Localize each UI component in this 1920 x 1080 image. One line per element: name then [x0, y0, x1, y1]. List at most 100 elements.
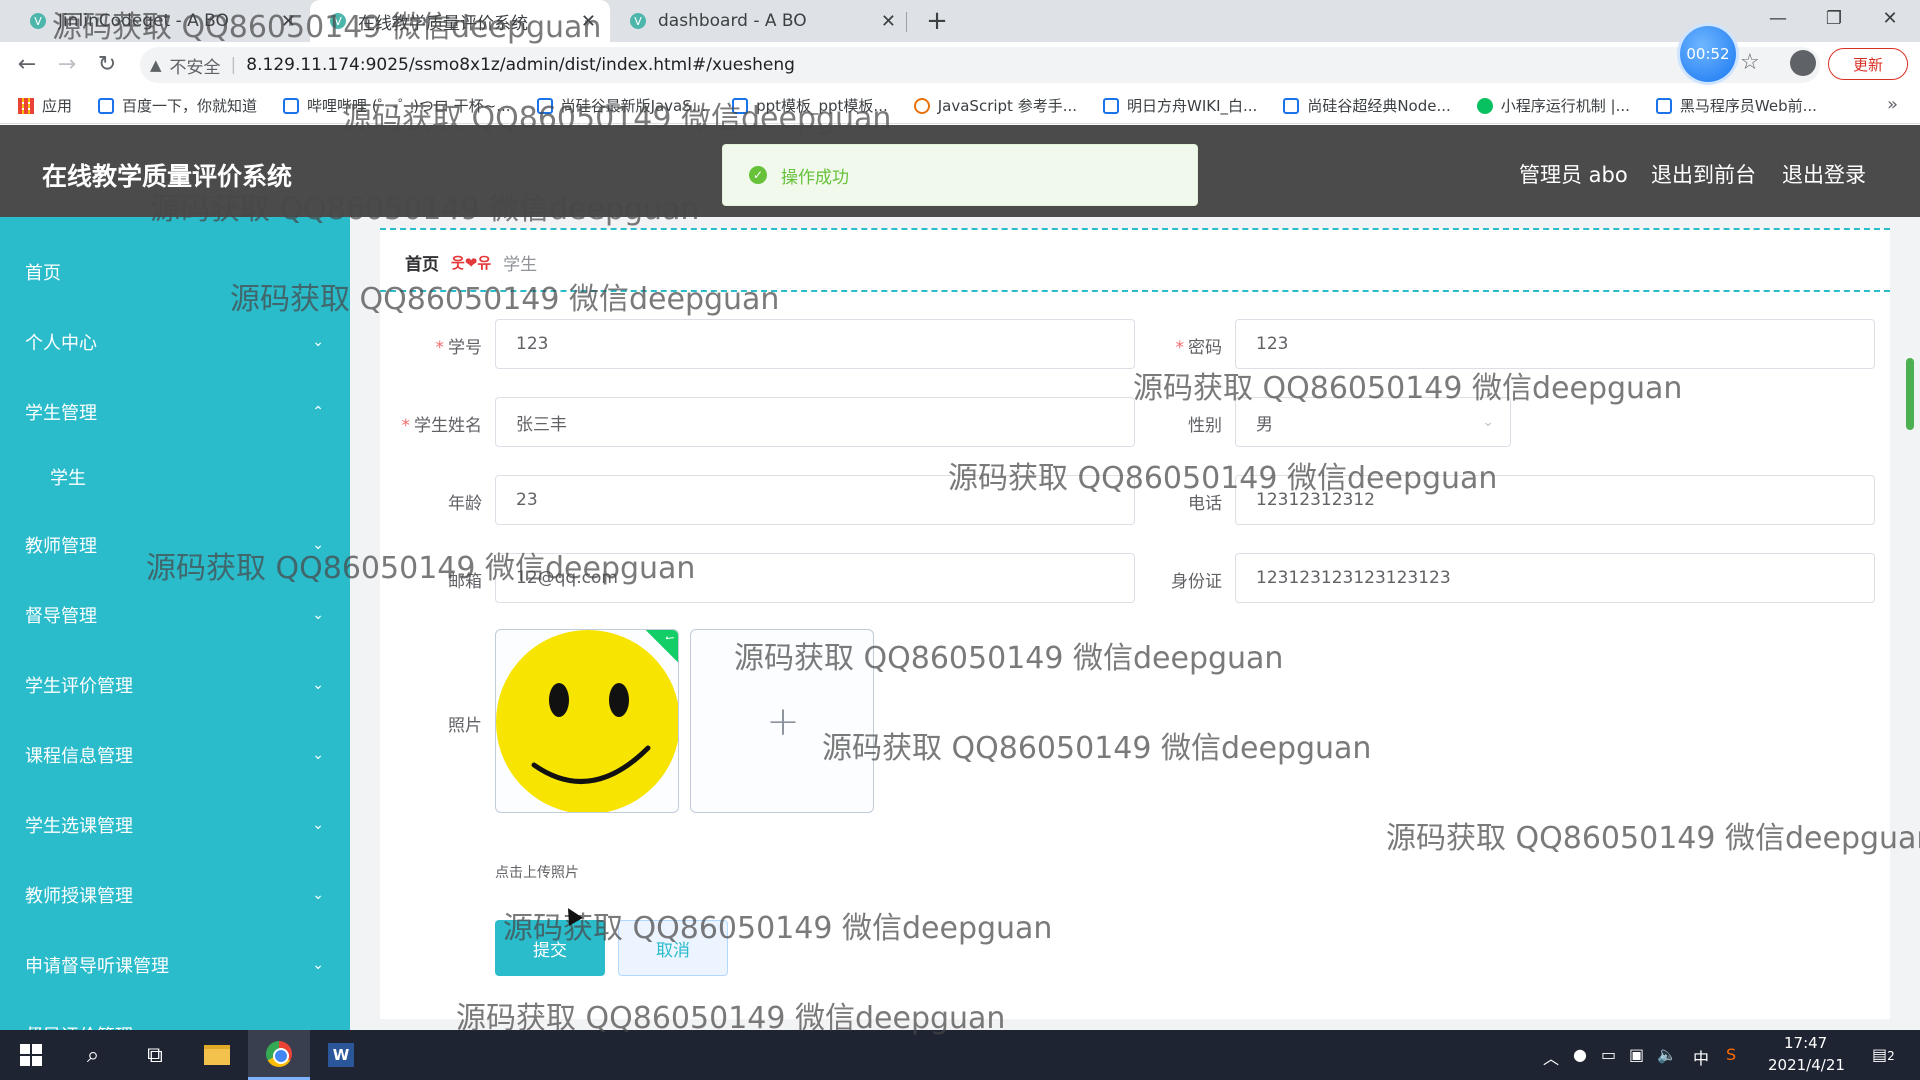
photo-upload-trigger[interactable]: + — [690, 629, 874, 813]
password-input[interactable]: 123 — [1235, 319, 1875, 369]
clock-date[interactable]: 2021/4/21 — [1768, 1056, 1845, 1074]
bookmark-label: 应用 — [42, 97, 73, 115]
bookmark-item[interactable]: 黑马程序员Web前... — [1655, 95, 1817, 116]
bookmark-apps[interactable]: 应用 — [18, 95, 72, 116]
bookmark-item[interactable]: JavaScript 参考手... — [913, 95, 1077, 116]
sidebar-item-supervisor-management[interactable]: 督导管理 ⌄ — [0, 595, 350, 635]
window-close-button[interactable]: ✕ — [1862, 0, 1918, 38]
bookmark-item[interactable]: 尚硅谷最新版JavaS... — [536, 95, 706, 116]
sidebar-item-student[interactable]: 学生 — [0, 457, 350, 497]
sidebar-item-personal-center[interactable]: 个人中心 ⌄ — [0, 322, 350, 362]
ppt-icon — [732, 97, 749, 114]
reload-icon[interactable]: ↻ — [92, 50, 122, 80]
sidebar-item-home[interactable]: 首页 — [0, 252, 350, 292]
browser-tab-2[interactable]: V 在线教学质量评价系统 ✕ — [310, 0, 610, 42]
sogou-ime-icon[interactable]: S — [1726, 1045, 1736, 1064]
qq-tray-icon[interactable]: ● — [1573, 1045, 1587, 1064]
sidebar-item-teaching-management[interactable]: 教师授课管理 ⌄ — [0, 875, 350, 915]
update-button[interactable]: 更新 — [1828, 48, 1908, 80]
bookmark-item[interactable]: 尚硅谷超经典Node... — [1283, 95, 1451, 116]
success-toast: ✓ 操作成功 — [722, 144, 1198, 206]
bookmark-label: 百度一下，你就知道 — [122, 97, 258, 115]
js-reference-icon — [913, 97, 930, 114]
toast-message: 操作成功 — [781, 167, 849, 188]
age-input[interactable]: 23 — [495, 475, 1135, 525]
sidebar-item-student-evaluation[interactable]: 学生评价管理 ⌄ — [0, 665, 350, 705]
sidebar-item-course-selection[interactable]: 学生选课管理 ⌄ — [0, 805, 350, 845]
uploaded-photo-card[interactable]: ✓ — [495, 629, 679, 813]
phone-input[interactable]: 12312312312 — [1235, 475, 1875, 525]
sidebar-item-student-management[interactable]: 学生管理 ⌃ — [0, 392, 350, 432]
profile-avatar-icon[interactable] — [1790, 50, 1816, 76]
submit-button[interactable]: 提交 — [495, 920, 605, 976]
close-icon[interactable]: ✕ — [581, 11, 596, 32]
chrome-taskbar-button[interactable] — [248, 1030, 310, 1080]
clock-time[interactable]: 17:47 — [1784, 1034, 1827, 1052]
browser-tab-bar: V JinlinCodeget - A BO ✕ V 在线教学质量评价系统 ✕ … — [0, 0, 1920, 42]
chevron-down-icon: ⌄ — [312, 887, 324, 903]
battery-icon[interactable]: ▭ — [1601, 1045, 1616, 1064]
bookmark-label: 尚硅谷超经典Node... — [1307, 97, 1451, 115]
breadcrumb: 首页 웃❤유 学生 — [405, 250, 537, 275]
volume-icon[interactable]: 🔈 — [1657, 1045, 1677, 1064]
page-scrollbar-thumb[interactable] — [1906, 358, 1914, 430]
bookmark-item[interactable]: 百度一下，你就知道 — [98, 95, 257, 116]
start-button[interactable] — [0, 1030, 62, 1080]
admin-user-label: 管理员 abo — [1519, 163, 1628, 187]
sidebar-item-supervision-request[interactable]: 申请督导听课管理 ⌄ — [0, 945, 350, 985]
more-bookmarks-chevron-icon[interactable]: » — [1887, 94, 1898, 115]
address-bar[interactable]: ▲ 不安全 | 8.129.11.174:9025/ssmo8x1z/admin… — [140, 47, 1820, 83]
file-explorer-button[interactable] — [186, 1030, 248, 1080]
chevron-down-icon: ⌄ — [312, 607, 324, 623]
sidebar-item-label: 督导评价管理 — [25, 1022, 133, 1030]
close-icon[interactable]: ✕ — [881, 11, 896, 32]
minimize-button[interactable]: — — [1750, 0, 1806, 38]
browser-tab-1[interactable]: V JinlinCodeget - A BO ✕ — [10, 0, 310, 42]
chevron-down-icon: ⌄ — [312, 957, 324, 973]
new-tab-button[interactable]: + — [922, 6, 952, 36]
browser-tab-3[interactable]: V dashboard - A BO ✕ — [610, 0, 910, 42]
close-icon[interactable]: ✕ — [281, 11, 296, 32]
sidebar-item-course-info[interactable]: 课程信息管理 ⌄ — [0, 735, 350, 775]
chevron-down-icon: ⌄ — [1482, 414, 1494, 430]
label-text: 密码 — [1188, 338, 1222, 358]
email-input[interactable]: 12@qq.com — [495, 553, 1135, 603]
sidebar-item-label: 教师授课管理 — [25, 886, 133, 907]
ime-indicator[interactable]: 中 — [1693, 1045, 1709, 1069]
bookmark-item[interactable]: 明日方舟WIKI_白... — [1103, 95, 1257, 116]
forward-arrow-icon[interactable]: → — [52, 50, 82, 80]
show-hidden-icons-chevron-icon[interactable]: ︿ — [1543, 1045, 1559, 1069]
sidebar-item-label: 学生评价管理 — [25, 676, 133, 697]
network-icon[interactable]: ▣ — [1629, 1045, 1644, 1064]
sidebar-item-supervisor-evaluation[interactable]: 督导评价管理⌄ — [0, 1015, 350, 1030]
word-icon: W — [328, 1043, 354, 1067]
notification-center-icon[interactable]: ▤2 — [1872, 1045, 1895, 1064]
student-name-input[interactable]: 张三丰 — [495, 397, 1135, 447]
task-view-icon[interactable]: ⧉ — [124, 1030, 186, 1080]
word-taskbar-button[interactable]: W — [310, 1030, 372, 1080]
id-card-input[interactable]: 123123123123123123 — [1235, 553, 1875, 603]
bilibili-tv-icon — [283, 97, 300, 114]
bookmark-item[interactable]: ppt模板_ppt模板... — [732, 95, 888, 116]
required-mark: * — [435, 338, 445, 358]
timer-badge[interactable]: 00:52 — [1680, 26, 1736, 82]
bookmarks-bar: 应用 百度一下，你就知道 哔哩哔哩 (゜-゜)つロ 干杯~... 尚硅谷最新版J… — [0, 88, 1920, 124]
bookmark-label: 黑马程序员Web前... — [1679, 97, 1817, 115]
bookmark-label: 小程序运行机制 |... — [1500, 97, 1630, 115]
bookmark-label: JavaScript 参考手... — [937, 97, 1077, 115]
bookmark-item[interactable]: 哔哩哔哩 (゜-゜)つロ 干杯~... — [283, 95, 511, 116]
restore-button[interactable]: ❐ — [1806, 0, 1862, 38]
search-icon[interactable]: ⌕ — [62, 1030, 124, 1080]
logout-link[interactable]: 退出登录 — [1782, 159, 1866, 189]
url-text[interactable]: 8.129.11.174:9025/ssmo8x1z/admin/dist/in… — [246, 55, 795, 75]
bookmark-item[interactable]: 小程序运行机制 |... — [1476, 95, 1630, 116]
chevron-down-icon: ⌄ — [312, 747, 324, 763]
gender-select[interactable]: 男 ⌄ — [1235, 397, 1511, 447]
back-arrow-icon[interactable]: ← — [12, 50, 42, 80]
sidebar-item-teacher-management[interactable]: 教师管理 ⌄ — [0, 525, 350, 565]
breadcrumb-home[interactable]: 首页 — [405, 250, 439, 275]
student-id-input[interactable]: 123 — [495, 319, 1135, 369]
bookmark-star-icon[interactable]: ☆ — [1740, 50, 1760, 75]
exit-to-front-link[interactable]: 退出到前台 — [1651, 159, 1756, 189]
cancel-button[interactable]: 取消 — [618, 920, 728, 976]
